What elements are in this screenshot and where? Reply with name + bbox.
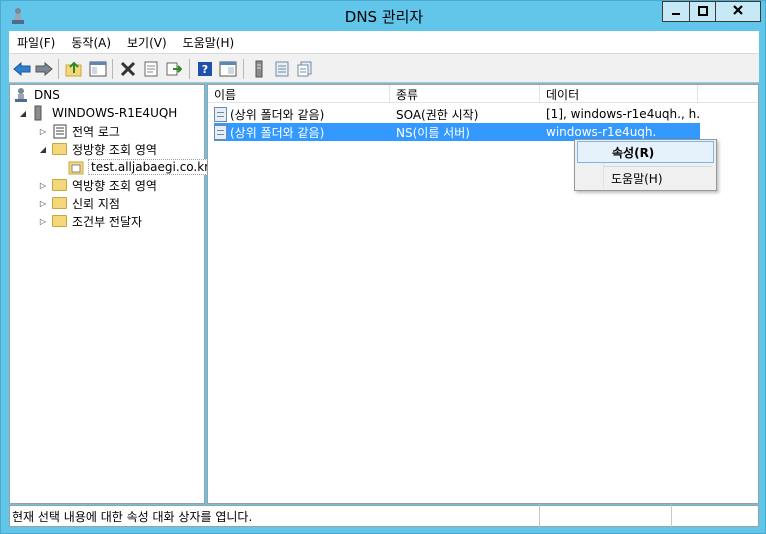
tree-label-dns: DNS <box>34 88 60 102</box>
properties-icon[interactable] <box>141 59 161 79</box>
collapse-icon[interactable]: ◢ <box>18 108 28 118</box>
delete-icon[interactable] <box>118 59 138 79</box>
zone-icon <box>68 159 84 175</box>
tree-label: 조건부 전달자 <box>72 214 143 229</box>
dns-icon <box>14 87 30 103</box>
folder-icon <box>52 213 68 229</box>
minimize-icon <box>671 5 681 19</box>
table-row[interactable]: (상위 폴더와 같음) SOA(권한 시작) [1], windows-r1e4… <box>214 105 700 123</box>
status-text: 현재 선택 내용에 대한 속성 대화 상자를 엽니다. <box>10 505 540 527</box>
toolbar-separator <box>112 59 113 79</box>
tree-item-conditional-forwarders[interactable]: ▷ 조건부 전달자 <box>38 212 142 230</box>
maximize-icon <box>697 5 708 19</box>
expand-icon[interactable]: ▷ <box>38 126 48 136</box>
menu-view[interactable]: 보기(V) <box>119 34 175 51</box>
status-panel-2 <box>540 505 672 527</box>
cell-data: [1], windows-r1e4uqh., h... <box>546 107 700 121</box>
dns-manager-window: DNS 관리자 파일(F) 동작(A) 보기(V) 도움말(H) ? DNS ◢… <box>0 0 766 534</box>
toolbar: ? <box>9 53 759 83</box>
record-icon <box>214 124 227 140</box>
window-title: DNS 관리자 <box>344 8 424 26</box>
console-icon[interactable] <box>218 59 238 79</box>
title-bar[interactable]: DNS 관리자 <box>1 1 766 31</box>
tree-item-forward-zones[interactable]: ◢ 정방향 조회 영역 <box>38 140 157 158</box>
forward-icon[interactable] <box>34 59 54 79</box>
server-icon <box>32 105 48 121</box>
server-icon[interactable] <box>249 59 269 79</box>
tree-item-trust-points[interactable]: ▷ 신뢰 지점 <box>38 194 120 212</box>
log-icon <box>52 123 68 139</box>
tree-label: 전역 로그 <box>72 124 120 139</box>
tree-item-server[interactable]: ◢ WINDOWS-R1E4UQH <box>18 104 177 122</box>
show-hide-tree-icon[interactable] <box>88 59 108 79</box>
tree-label: 정방향 조회 영역 <box>72 142 157 157</box>
tree-label-zone: test.alljabaegi.co.kr <box>88 159 213 175</box>
close-icon <box>732 4 744 19</box>
folder-icon <box>52 195 68 211</box>
cell-type: SOA(권한 시작) <box>396 107 479 122</box>
cell-name: (상위 폴더와 같음) <box>214 123 390 141</box>
toolbar-separator <box>58 59 59 79</box>
tree-item-global-logs[interactable]: ▷ 전역 로그 <box>38 122 120 140</box>
up-folder-icon[interactable] <box>64 59 84 79</box>
status-panel-3 <box>672 505 758 527</box>
menu-file[interactable]: 파일(F) <box>9 34 63 51</box>
context-menu-help[interactable]: 도움말(H) <box>577 167 714 189</box>
minimize-button[interactable] <box>662 1 689 22</box>
tree-label-server: WINDOWS-R1E4UQH <box>52 106 178 120</box>
expand-icon[interactable]: ▷ <box>38 216 48 226</box>
tree-item-zone[interactable]: test.alljabaegi.co.kr <box>68 158 213 176</box>
cell-name: (상위 폴더와 같음) <box>214 105 390 123</box>
toolbar-separator <box>243 59 244 79</box>
tree-item-dns[interactable]: DNS <box>14 86 60 104</box>
console-tree: DNS ◢ WINDOWS-R1E4UQH ▷ 전역 로그 ◢ 정방향 조회 영… <box>9 84 213 504</box>
folder-icon <box>52 141 68 157</box>
column-headers: 이름 종류 데이터 <box>208 85 758 103</box>
context-menu-properties[interactable]: 속성(R) <box>577 141 714 163</box>
svg-text:?: ? <box>202 63 208 76</box>
expand-icon[interactable]: ▷ <box>38 198 48 208</box>
context-menu: 속성(R) 도움말(H) <box>574 139 717 191</box>
menu-action[interactable]: 동작(A) <box>63 34 119 51</box>
collapse-icon[interactable]: ◢ <box>38 144 48 154</box>
tree-label: 역방향 조회 영역 <box>72 178 157 193</box>
tree-item-reverse-zones[interactable]: ▷ 역방향 조회 영역 <box>38 176 157 194</box>
record-icon <box>214 106 227 122</box>
records-icon[interactable] <box>295 59 315 79</box>
status-bar: 현재 선택 내용에 대한 속성 대화 상자를 엽니다. <box>9 505 759 527</box>
close-button[interactable] <box>716 1 761 22</box>
expand-icon[interactable]: ▷ <box>38 180 48 190</box>
menu-bar: 파일(F) 동작(A) 보기(V) 도움말(H) <box>9 31 759 53</box>
export-icon[interactable] <box>164 59 184 79</box>
menu-help[interactable]: 도움말(H) <box>175 34 243 51</box>
back-icon[interactable] <box>12 59 32 79</box>
record-name: (상위 폴더와 같음) <box>230 107 325 122</box>
tree-label: 신뢰 지점 <box>72 196 120 211</box>
record-name: (상위 폴더와 같음) <box>230 125 325 140</box>
column-header-name[interactable]: 이름 <box>208 85 390 103</box>
toolbar-separator <box>189 59 190 79</box>
column-header-type[interactable]: 종류 <box>390 85 540 103</box>
folder-icon <box>52 177 68 193</box>
maximize-button[interactable] <box>689 1 716 22</box>
help-icon[interactable]: ? <box>195 59 215 79</box>
list-icon[interactable] <box>272 59 292 79</box>
cell-type: NS(이름 서버) <box>396 125 470 140</box>
column-header-data[interactable]: 데이터 <box>540 85 698 103</box>
